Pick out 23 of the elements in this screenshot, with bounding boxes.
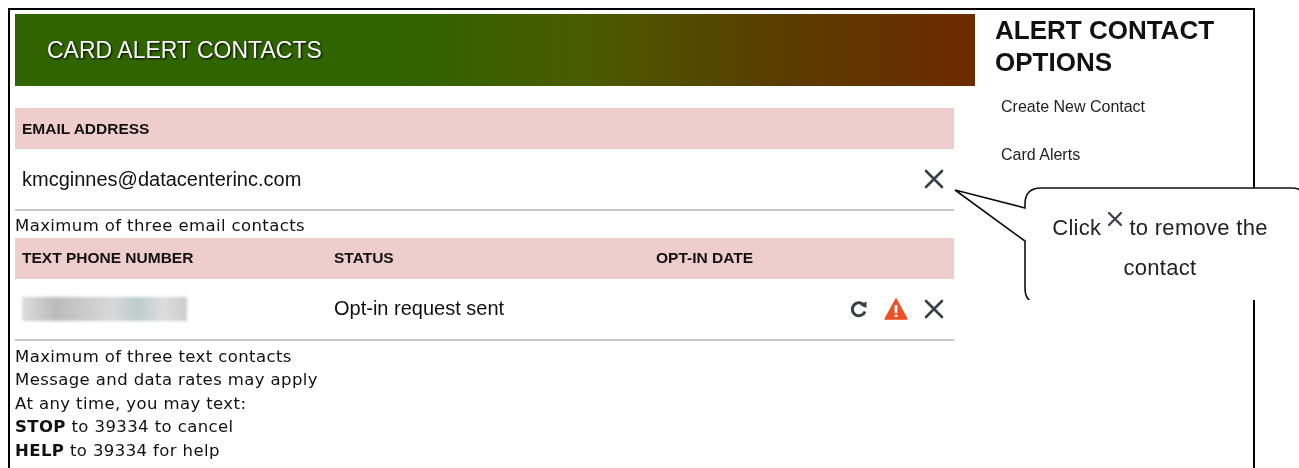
info-note: STOP to 39334 to cancel [15, 416, 235, 438]
close-icon[interactable] [923, 297, 945, 320]
column-header: TEXT PHONE NUMBER [22, 249, 195, 267]
close-icon[interactable] [923, 168, 945, 190]
refresh-icon[interactable] [849, 298, 869, 319]
limit-note: Maximum of three email contacts [15, 215, 307, 237]
sidebar-link[interactable]: Card Alerts [1001, 146, 1225, 164]
info-note: Message and data rates may apply [15, 369, 320, 391]
column-header: OPT-IN DATE [656, 249, 754, 267]
callout-text: to remove the contact [1123, 215, 1268, 280]
banner-title: CARD ALERT CONTACTS [47, 36, 322, 64]
info-note: HELP to 39334 for help [15, 439, 221, 462]
warning-icon[interactable] [884, 297, 908, 320]
callout-text: Click [1052, 215, 1102, 240]
sidebar-link[interactable]: Create New Contact [1001, 98, 1225, 116]
info-note: Maximum of three text contacts [15, 345, 293, 368]
info-note: At any time, you may text: [15, 392, 248, 415]
sidebar-title: ALERT CONTACT OPTIONS [995, 14, 1216, 78]
column-header: EMAIL ADDRESS [22, 119, 150, 138]
contact-status: Opt-in request sent [334, 297, 506, 320]
email-address: kmcginnes@datacenterinc.com [22, 167, 302, 191]
close-icon [1107, 211, 1124, 227]
column-header: STATUS [334, 249, 395, 267]
